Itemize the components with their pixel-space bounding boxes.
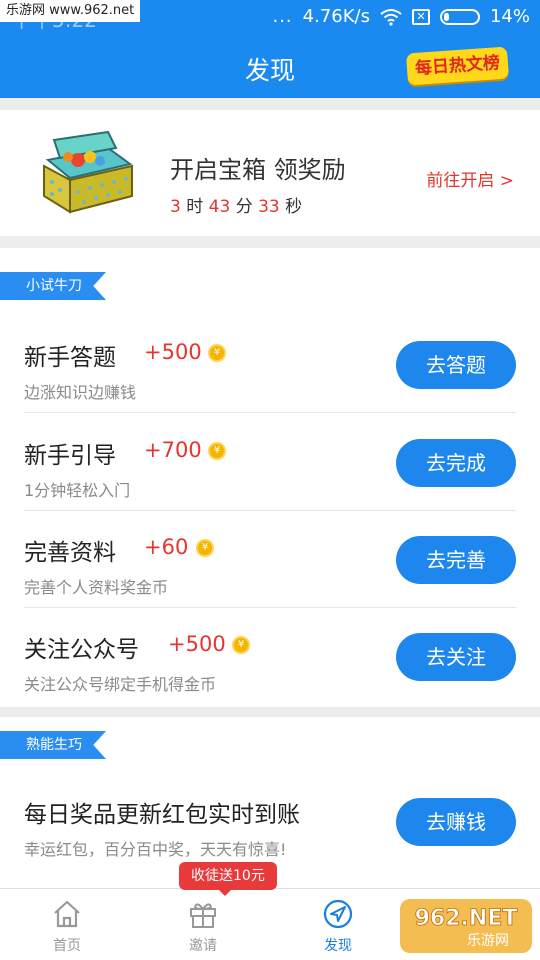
sim-icon: ✕ (411, 8, 430, 25)
open-treasure-link[interactable]: 前往开启 > (426, 166, 514, 191)
countdown-seconds: 33 (258, 197, 280, 217)
task-desc: 完善个人资料奖金币 (24, 578, 169, 597)
network-speed: 4.76K/s (302, 6, 370, 27)
notification-dots: ... (272, 6, 293, 27)
task-name: 关注公众号 (24, 637, 139, 663)
coin-icon: ¥ (208, 442, 226, 460)
treasure-title: 开启宝箱 领奖励 (170, 156, 346, 184)
battery-percent: 14% (489, 6, 530, 27)
follow-account-button[interactable]: 去关注 (396, 633, 516, 681)
nav-label: 发现 (324, 938, 352, 954)
task-reward: +60 (144, 535, 189, 559)
treasure-chest-icon (43, 130, 133, 214)
countdown-hours-unit: 时 (186, 197, 204, 217)
task-item: 关注公众号 +500 ¥ 关注公众号绑定手机得金币 去关注 (24, 608, 516, 705)
task-desc: 关注公众号绑定手机得金币 (24, 675, 217, 694)
countdown-hours: 3 (170, 197, 181, 217)
nav-item-home[interactable]: 首页 (17, 889, 117, 960)
task-name: 完善资料 (24, 540, 116, 566)
task-item: 完善资料 +60 ¥ 完善个人资料奖金币 去完善 (24, 511, 516, 608)
answer-quiz-button[interactable]: 去答题 (396, 341, 516, 389)
invite-promo-badge: 收徒送10元 (179, 862, 277, 896)
task-reward: +700 (144, 438, 202, 462)
nav-label: 邀请 (189, 938, 217, 954)
logo-subtext: 乐游网 (467, 933, 509, 949)
site-logo-962: 962.NET 乐游网 (400, 899, 532, 953)
countdown-minutes: 43 (208, 197, 231, 217)
task-item: 新手答题 +500 ¥ 边涨知识边赚钱 去答题 (24, 316, 516, 413)
task-desc: 幸运红包，百分百中奖，天天有惊喜! (24, 840, 287, 859)
section-beginner: 小试牛刀 新手答题 +500 ¥ 边涨知识边赚钱 去答题 新手引导 +700 ¥… (0, 248, 540, 707)
wifi-icon (380, 8, 402, 26)
task-name: 每日奖品更新红包实时到账 (24, 802, 300, 828)
task-desc: 1分钟轻松入门 (24, 481, 131, 500)
countdown-seconds-unit: 秒 (285, 197, 303, 217)
home-icon (54, 900, 80, 928)
nav-item-invite[interactable]: 邀请 (153, 889, 253, 960)
section-tag-practice: 熟能生巧 (0, 731, 106, 759)
countdown-timer: 3 时 43 分 33 秒 (170, 192, 302, 217)
nav-label: 首页 (53, 938, 81, 954)
battery-icon (439, 8, 480, 25)
complete-profile-button[interactable]: 去完善 (396, 536, 516, 584)
task-reward: +500 (168, 632, 226, 656)
task-desc: 边涨知识边赚钱 (24, 383, 137, 402)
status-indicators: ... 4.76K/s ✕ 14% (272, 6, 530, 27)
countdown-minutes-unit: 分 (235, 197, 253, 217)
coin-icon: ¥ (232, 636, 250, 654)
coin-icon: ¥ (196, 539, 214, 557)
task-name: 新手答题 (24, 345, 116, 371)
task-item: 每日奖品更新红包实时到账 幸运红包，百分百中奖，天天有惊喜! 去赚钱 (24, 773, 516, 870)
treasure-card[interactable]: 开启宝箱 领奖励 3 时 43 分 33 秒 前往开启 > (0, 110, 540, 236)
compass-icon (323, 899, 353, 929)
gift-icon (190, 903, 216, 928)
logo-text: 962.NET (415, 906, 518, 931)
nav-item-discover[interactable]: 发现 (288, 889, 388, 960)
coin-icon: ¥ (208, 344, 226, 362)
task-item: 新手引导 +700 ¥ 1分钟轻松入门 去完成 (24, 414, 516, 511)
task-name: 新手引导 (24, 443, 116, 469)
app-header: 发现 每日热文榜 (0, 36, 540, 98)
site-watermark: 乐游网 www.962.net (0, 0, 141, 22)
earn-money-button[interactable]: 去赚钱 (396, 798, 516, 846)
status-bar: 下午5:22 乐游网 www.962.net ... 4.76K/s ✕ 14% (0, 0, 540, 36)
task-reward: +500 (144, 340, 202, 364)
complete-guide-button[interactable]: 去完成 (396, 439, 516, 487)
section-tag-beginner: 小试牛刀 (0, 272, 106, 300)
